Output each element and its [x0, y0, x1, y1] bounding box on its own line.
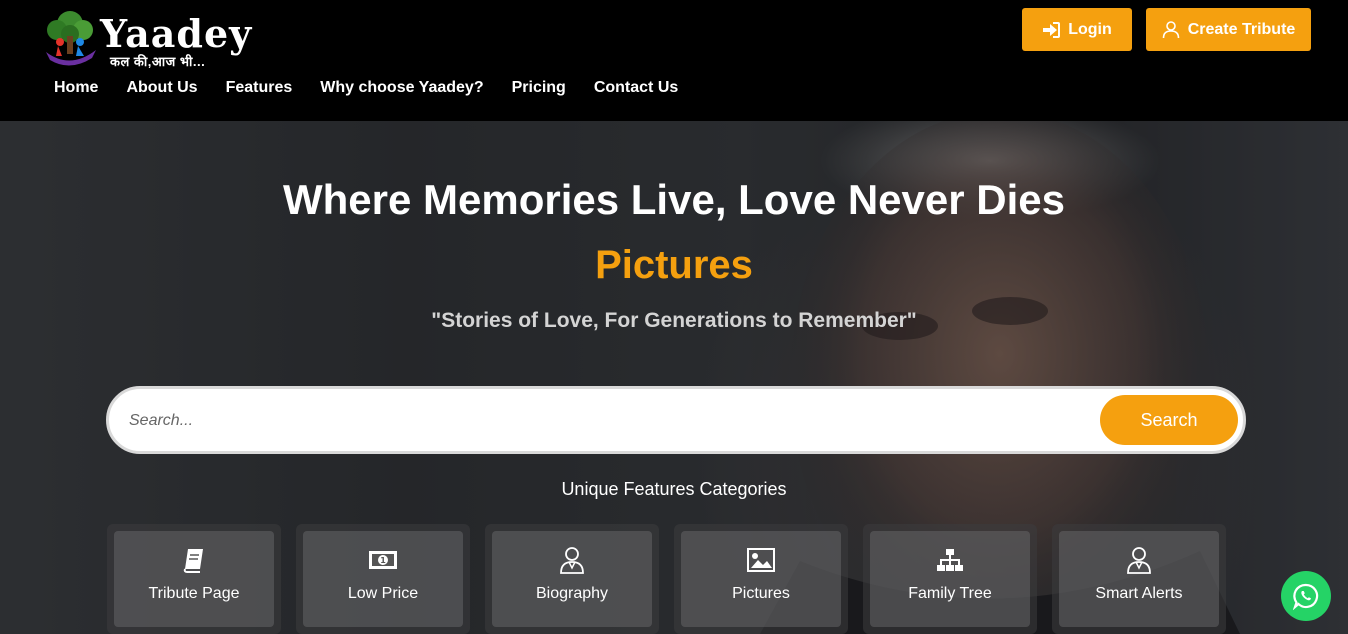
login-button[interactable]: Login	[1022, 8, 1132, 51]
whatsapp-chat-button[interactable]	[1281, 571, 1331, 621]
image-icon	[746, 545, 776, 575]
user-icon	[1124, 545, 1154, 575]
nav-features[interactable]: Features	[226, 79, 293, 97]
feature-card-tribute-page: Tribute Page	[107, 524, 281, 634]
feature-label: Tribute Page	[148, 585, 240, 602]
feature-card-biography: Biography	[485, 524, 659, 634]
user-outline-icon	[1162, 20, 1180, 38]
create-tribute-button[interactable]: Create Tribute	[1146, 8, 1311, 51]
sitemap-icon	[935, 545, 965, 575]
money-icon: 1	[368, 545, 398, 575]
svg-text:1: 1	[380, 556, 386, 565]
main-nav: Home About Us Features Why choose Yaadey…	[54, 79, 678, 97]
whatsapp-icon	[1292, 583, 1319, 610]
create-tribute-label: Create Tribute	[1187, 20, 1296, 38]
feature-card-family-tree: Family Tree	[863, 524, 1037, 634]
features-heading: Unique Features Categories	[561, 479, 787, 499]
search-input[interactable]	[129, 403, 1089, 439]
search-button[interactable]: Search	[1100, 395, 1238, 445]
nav-contact-us[interactable]: Contact Us	[594, 79, 678, 97]
tree-logo-icon	[46, 11, 96, 66]
book-icon	[179, 545, 209, 575]
nav-pricing[interactable]: Pricing	[512, 79, 566, 97]
brand-tagline: कल की,आज भी...	[110, 54, 206, 69]
nav-why-choose[interactable]: Why choose Yaadey?	[320, 79, 483, 97]
feature-label: Low Price	[347, 585, 419, 602]
feature-card-low-price: 1 Low Price	[296, 524, 470, 634]
site-logo[interactable]: Yaadey कल की,आज भी...	[38, 10, 268, 70]
nav-home[interactable]: Home	[54, 79, 98, 97]
nav-about-us[interactable]: About Us	[126, 79, 197, 97]
hero-section: Where Memories Live, Love Never Dies Pic…	[0, 121, 1348, 634]
user-icon	[557, 545, 587, 575]
hero-title: Where Memories Live, Love Never Dies	[283, 176, 1065, 223]
sign-in-icon	[1043, 21, 1061, 38]
feature-label: Family Tree	[908, 585, 992, 602]
hero-quote: "Stories of Love, For Generations to Rem…	[431, 309, 917, 332]
feature-cards: Tribute Page 1 Low Price Biography Pictu…	[107, 524, 1226, 634]
feature-card-smart-alerts: Smart Alerts	[1052, 524, 1226, 634]
feature-label: Pictures	[732, 585, 790, 602]
site-header: Yaadey कल की,आज भी... Home About Us Feat…	[0, 0, 1348, 121]
search-bar: Search	[106, 386, 1246, 454]
feature-label: Biography	[535, 585, 609, 602]
feature-card-pictures: Pictures	[674, 524, 848, 634]
login-label: Login	[1068, 20, 1112, 38]
hero-rotating-word: Pictures	[595, 243, 753, 287]
feature-label: Smart Alerts	[1095, 585, 1183, 602]
brand-name: Yaadey	[100, 11, 253, 56]
